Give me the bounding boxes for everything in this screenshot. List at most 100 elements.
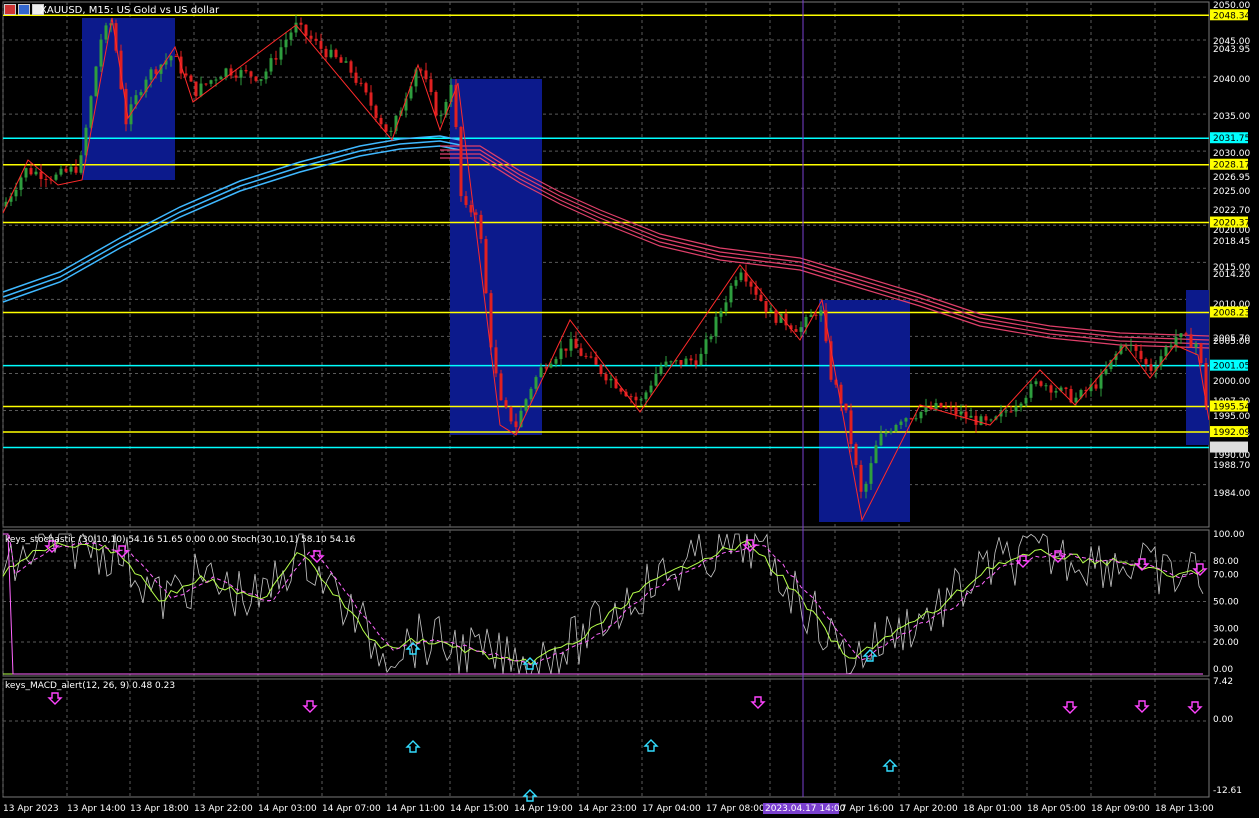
candle-body (334, 49, 338, 58)
candle-body (1199, 343, 1203, 364)
candle-body (1094, 384, 1098, 389)
candle-body (439, 115, 443, 117)
price-zones (82, 18, 1209, 522)
candle-body (954, 407, 958, 415)
candle-body (134, 95, 138, 105)
candle-body (549, 363, 553, 368)
price-level-tag-label: 2028.17 (1213, 161, 1250, 171)
candle-body (359, 82, 363, 84)
candle-body (664, 361, 668, 366)
candle-body (1204, 363, 1208, 406)
price-axis-label: 2030.00 (1213, 149, 1250, 159)
candle-body (279, 47, 283, 60)
arrow-down-icon (47, 692, 63, 705)
time-axis-label: 14 Apr 19:00 (514, 804, 573, 814)
candle-body (679, 360, 683, 365)
candle-body (54, 174, 58, 180)
candle-body (259, 79, 263, 81)
candle-body (969, 415, 973, 418)
candle-body (424, 70, 428, 80)
candle-body (699, 353, 703, 366)
candle-body (1034, 381, 1038, 385)
candle-body (1194, 343, 1198, 348)
candle-body (509, 406, 513, 422)
candle-body (19, 177, 23, 190)
candle-body (574, 338, 578, 349)
candle-body (1144, 359, 1148, 365)
time-axis-label: 17 Apr 20:00 (899, 804, 958, 814)
candle-body (554, 359, 558, 364)
candle-body (1019, 403, 1023, 407)
arrow-up-icon (882, 759, 898, 772)
candle-body (604, 374, 608, 381)
crosshair-time-label: 2023.04.17 14:00 (765, 804, 846, 814)
candle-body (434, 92, 438, 116)
candle-body (389, 130, 393, 132)
chart-axes: 2050.002045.002043.952040.002035.002030.… (3, 1, 1250, 814)
candle-body (499, 373, 503, 401)
candle-body (709, 336, 713, 340)
candle-body (814, 314, 818, 316)
candle-body (859, 464, 863, 492)
price-level-tag-label: 1992.09 (1213, 428, 1250, 438)
candle-body (384, 124, 388, 132)
time-axis-label: 14 Apr 15:00 (450, 804, 509, 814)
candle-body (469, 204, 473, 213)
candle-body (899, 421, 903, 426)
candle-body (284, 39, 288, 48)
candle-body (69, 166, 73, 172)
candle-body (869, 463, 873, 484)
candle-body (949, 407, 953, 409)
candle-body (714, 316, 718, 337)
candle-body (1174, 337, 1178, 346)
candle-body (809, 314, 813, 318)
time-axis-label: 18 Apr 13:00 (1155, 804, 1214, 814)
candle-body (99, 39, 103, 67)
time-axis-label: 13 Apr 14:00 (67, 804, 126, 814)
candle-body (979, 416, 983, 425)
candle-body (354, 72, 358, 83)
moving-average-blue (2, 135, 461, 293)
candle-body (634, 396, 638, 401)
candle-body (609, 378, 613, 381)
stochastic-main-line (2, 539, 1204, 665)
candle-body (244, 70, 248, 72)
price-axis-label: 1995.00 (1213, 412, 1250, 422)
price-level-tag-label: 2001.05 (1213, 362, 1250, 372)
candle-body (189, 75, 193, 82)
candle-body (564, 348, 568, 351)
candle-body (504, 400, 508, 407)
candle-body (989, 419, 993, 421)
candle-body (344, 61, 348, 63)
stoch-axis-label: 100.00 (1213, 530, 1245, 540)
candle-body (534, 377, 538, 389)
candle-body (59, 168, 63, 175)
time-axis-label: 13 Apr 2023 (3, 804, 59, 814)
candle-body (39, 171, 43, 179)
candle-body (154, 69, 158, 74)
candle-body (1039, 381, 1043, 386)
zigzag-indicator (2, 17, 1210, 522)
candle-body (309, 35, 313, 39)
candle-body (774, 310, 778, 323)
candle-body (64, 168, 68, 172)
candle-body (1099, 374, 1103, 389)
macd-signal-line (3, 533, 1203, 675)
chart-window-icons[interactable] (4, 4, 44, 15)
macd-axis-label: 7.42 (1213, 677, 1233, 687)
candle-body (599, 364, 603, 375)
time-axis-label: 18 Apr 01:00 (963, 804, 1022, 814)
candle-body (689, 358, 693, 361)
trading-chart[interactable]: 2050.002045.002043.952040.002035.002030.… (0, 0, 1259, 818)
candle-body (1179, 333, 1183, 338)
candle-body (769, 310, 773, 313)
candle-body (734, 280, 738, 286)
candle-body (299, 22, 303, 25)
candle-body (1074, 397, 1078, 403)
candle-body (909, 418, 913, 420)
candle-body (1129, 344, 1133, 346)
time-axis-label: 14 Apr 03:00 (258, 804, 317, 814)
arrow-down-icon (1062, 701, 1078, 714)
candle-body (254, 76, 258, 81)
price-level-tag-label: 2031.75 (1213, 134, 1250, 144)
